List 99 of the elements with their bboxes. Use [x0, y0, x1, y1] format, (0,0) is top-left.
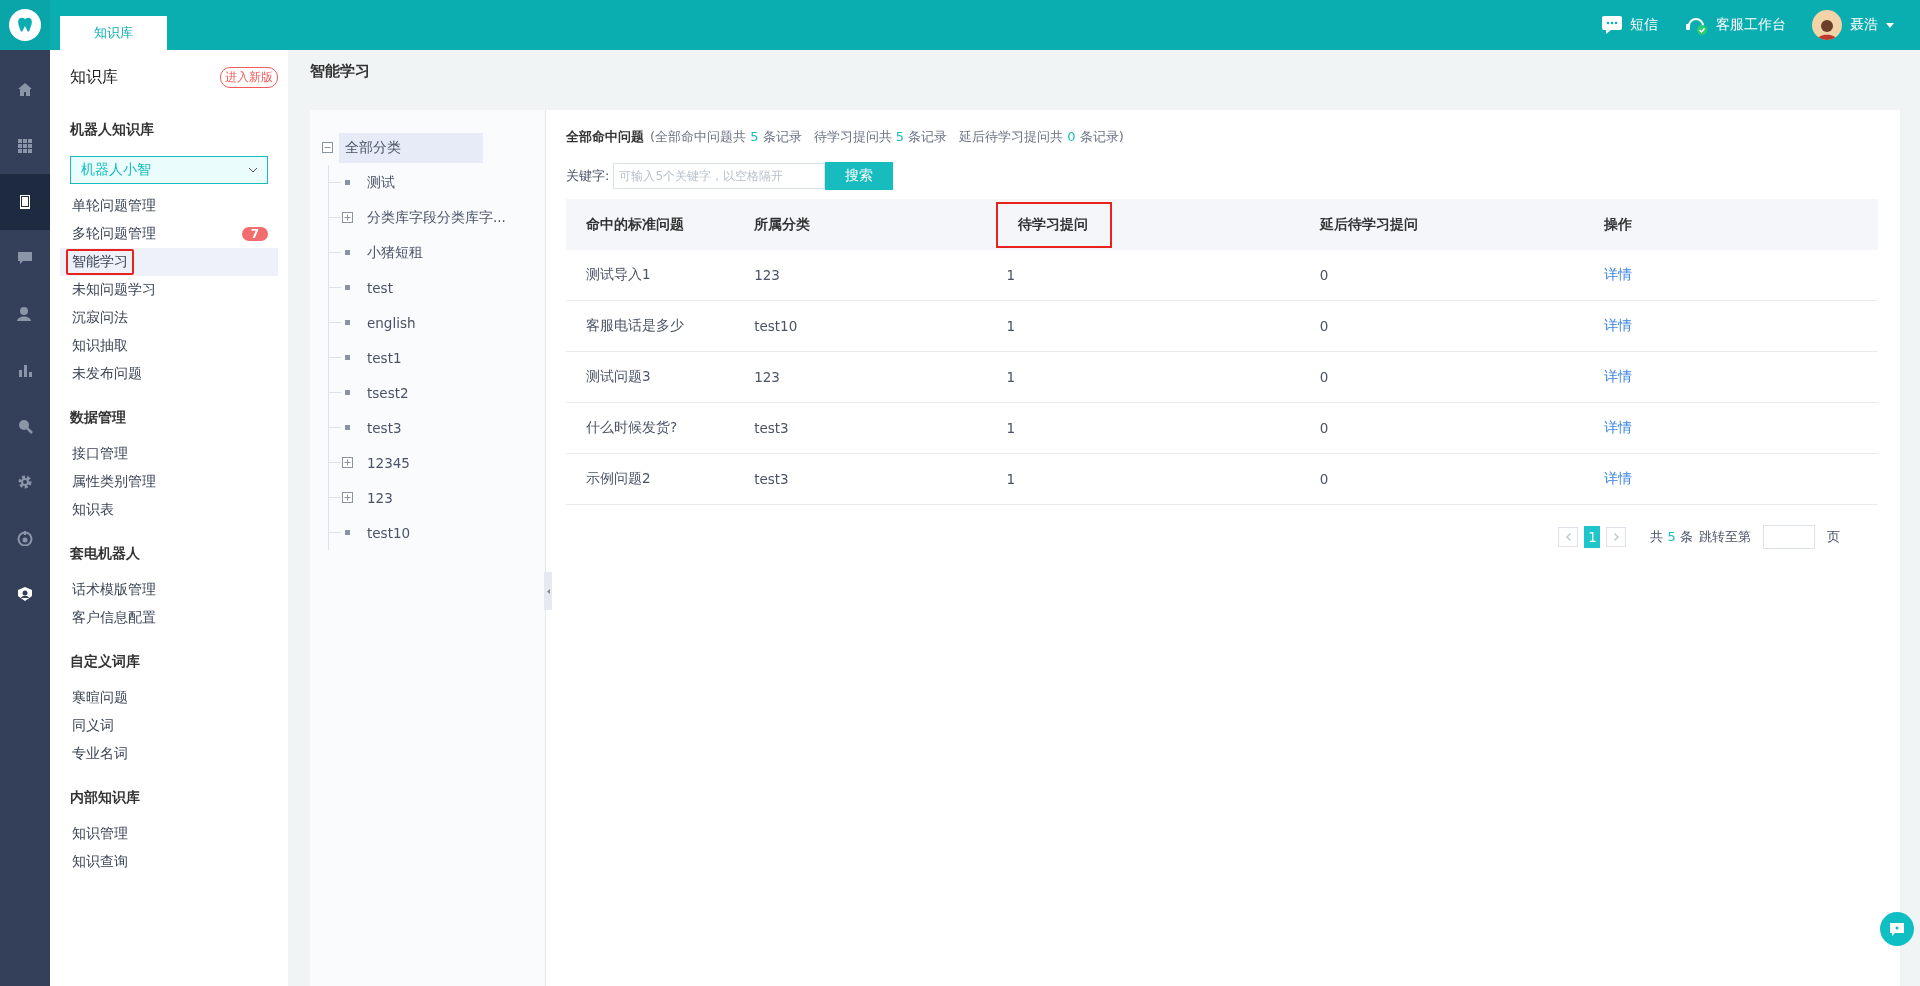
sidebar-item[interactable]: 多轮问题管理 7	[60, 220, 278, 248]
tooth-logo-icon	[9, 9, 41, 41]
sidebar-item[interactable]: 智能学习	[60, 248, 278, 276]
tree-item[interactable]: 小猪短租	[363, 241, 427, 264]
target-icon	[17, 530, 33, 546]
collapse-icon[interactable]	[322, 142, 333, 153]
sidebar-item[interactable]: 未知问题学习	[60, 276, 278, 304]
details-link[interactable]: 详情	[1604, 419, 1633, 437]
tree-item[interactable]: 12345	[363, 452, 414, 473]
tree-item[interactable]: 分类库字段分类库字...	[363, 206, 510, 229]
column-header: 延后待学习提问	[1299, 199, 1585, 250]
column-header: 操作	[1584, 199, 1878, 250]
user-icon	[17, 306, 33, 322]
home-icon	[17, 82, 33, 98]
jump-label: 跳转至第	[1699, 528, 1751, 546]
section-title: 数据管理	[69, 408, 127, 427]
sidebar-item[interactable]: 未发布问题	[60, 360, 278, 388]
sidebar-item[interactable]: 属性类别管理	[60, 468, 278, 496]
sidebar-item[interactable]: 知识抽取	[60, 332, 278, 360]
keyword-field[interactable]: 可输入5个关键字，以空格隔开	[613, 163, 826, 189]
search-icon	[17, 418, 33, 434]
sidebar-item[interactable]: 话术模版管理	[60, 576, 278, 604]
expand-icon[interactable]	[341, 212, 353, 223]
table-cell: test10	[734, 300, 987, 352]
book-icon	[17, 194, 33, 210]
sidebar-item[interactable]: 沉寂问法	[60, 304, 278, 332]
total-count: 共 5 条	[1650, 528, 1693, 546]
section-title: 内部知识库	[69, 788, 141, 807]
sidebar-item[interactable]: 知识管理	[60, 820, 278, 848]
sidebar-item[interactable]: 客户信息配置	[60, 604, 278, 632]
tree-item[interactable]: english	[363, 312, 420, 333]
table-cell: 测试导入1	[566, 250, 735, 301]
expand-icon[interactable]	[341, 492, 353, 503]
column-header: 所属分类	[734, 199, 987, 250]
sidebar-item[interactable]: 知识表	[60, 496, 278, 524]
keyword-label: 关键字:	[566, 167, 610, 185]
tree-item[interactable]: test3	[363, 417, 406, 438]
tree-item[interactable]: tsest2	[363, 382, 413, 403]
table-cell: 123	[734, 250, 987, 301]
table-cell: test3	[734, 402, 987, 454]
table-cell: 示例问题2	[566, 453, 735, 505]
summary-title: 全部命中问题	[566, 128, 644, 146]
details-link[interactable]: 详情	[1604, 317, 1633, 335]
help-button[interactable]	[1880, 912, 1914, 946]
sidebar-item[interactable]: 寒暄问题	[60, 684, 278, 712]
tree-item[interactable]: test	[363, 277, 397, 298]
chevron-right-icon	[1613, 533, 1619, 541]
settings-icon	[17, 474, 33, 490]
details-link[interactable]: 详情	[1604, 266, 1633, 284]
chevron-down-icon	[249, 167, 257, 173]
section-title: 机器人知识库	[69, 120, 155, 139]
table-cell: 1	[986, 300, 1300, 352]
page-title: 智能学习	[309, 61, 371, 82]
summary-text: (全部命中问题共 5 条记录 待学习提问共 5 条记录 延后待学习提问共 0 条记录)	[650, 128, 1124, 146]
table-cell: test3	[734, 453, 987, 505]
tree-item[interactable]: test10	[363, 522, 415, 543]
table-cell: 1	[986, 250, 1300, 301]
sidebar-item[interactable]: 知识查询	[60, 848, 278, 876]
grid-icon	[17, 138, 33, 154]
sidebar-title: 知识库	[70, 66, 118, 88]
column-header: 待学习提问	[986, 199, 1300, 250]
table-cell: 1	[986, 402, 1300, 454]
table-cell: 0	[1299, 402, 1585, 454]
table-cell: 0	[1299, 453, 1585, 505]
help-icon	[1890, 922, 1904, 936]
tree-item[interactable]: 测试	[363, 171, 399, 194]
chat-icon	[17, 250, 33, 266]
count-badge: 7	[241, 227, 268, 241]
chevron-left-icon	[1565, 533, 1571, 541]
sidebar-item[interactable]: 单轮问题管理	[60, 192, 278, 220]
sidebar-item[interactable]: 专业名词	[60, 740, 278, 768]
user-shield-icon	[17, 586, 33, 602]
sidebar-item[interactable]: 同义词	[60, 712, 278, 740]
chat-icon	[1602, 16, 1622, 34]
details-link[interactable]: 详情	[1604, 368, 1633, 386]
table-cell: 0	[1299, 351, 1585, 403]
section-title: 自定义词库	[69, 652, 141, 671]
details-link[interactable]: 详情	[1604, 470, 1633, 488]
caret-icon	[1886, 22, 1894, 28]
tree-item[interactable]: 全部分类	[339, 132, 483, 163]
sidebar-item[interactable]: 接口管理	[60, 440, 278, 468]
table-cell: 测试问题3	[566, 351, 735, 403]
section-title: 套电机器人	[69, 544, 141, 563]
avatar[interactable]	[1812, 10, 1842, 40]
bar-chart-icon	[17, 362, 33, 378]
table-cell: 什么时候发货?	[566, 402, 735, 454]
page-unit-label: 页	[1827, 528, 1840, 546]
table-cell: 0	[1299, 300, 1585, 352]
tree-item[interactable]: 123	[363, 487, 397, 508]
table-cell: 客服电话是多少	[566, 300, 735, 352]
table-cell: 123	[734, 351, 987, 403]
tree-item[interactable]: test1	[363, 347, 406, 368]
table-cell: 0	[1299, 250, 1585, 301]
table-cell: 1	[986, 453, 1300, 505]
expand-icon[interactable]	[341, 457, 353, 468]
page-jump-field[interactable]	[1763, 525, 1815, 549]
collapse-handle[interactable]	[544, 572, 552, 610]
column-header: 命中的标准问题	[566, 199, 735, 250]
table-cell: 1	[986, 351, 1300, 403]
